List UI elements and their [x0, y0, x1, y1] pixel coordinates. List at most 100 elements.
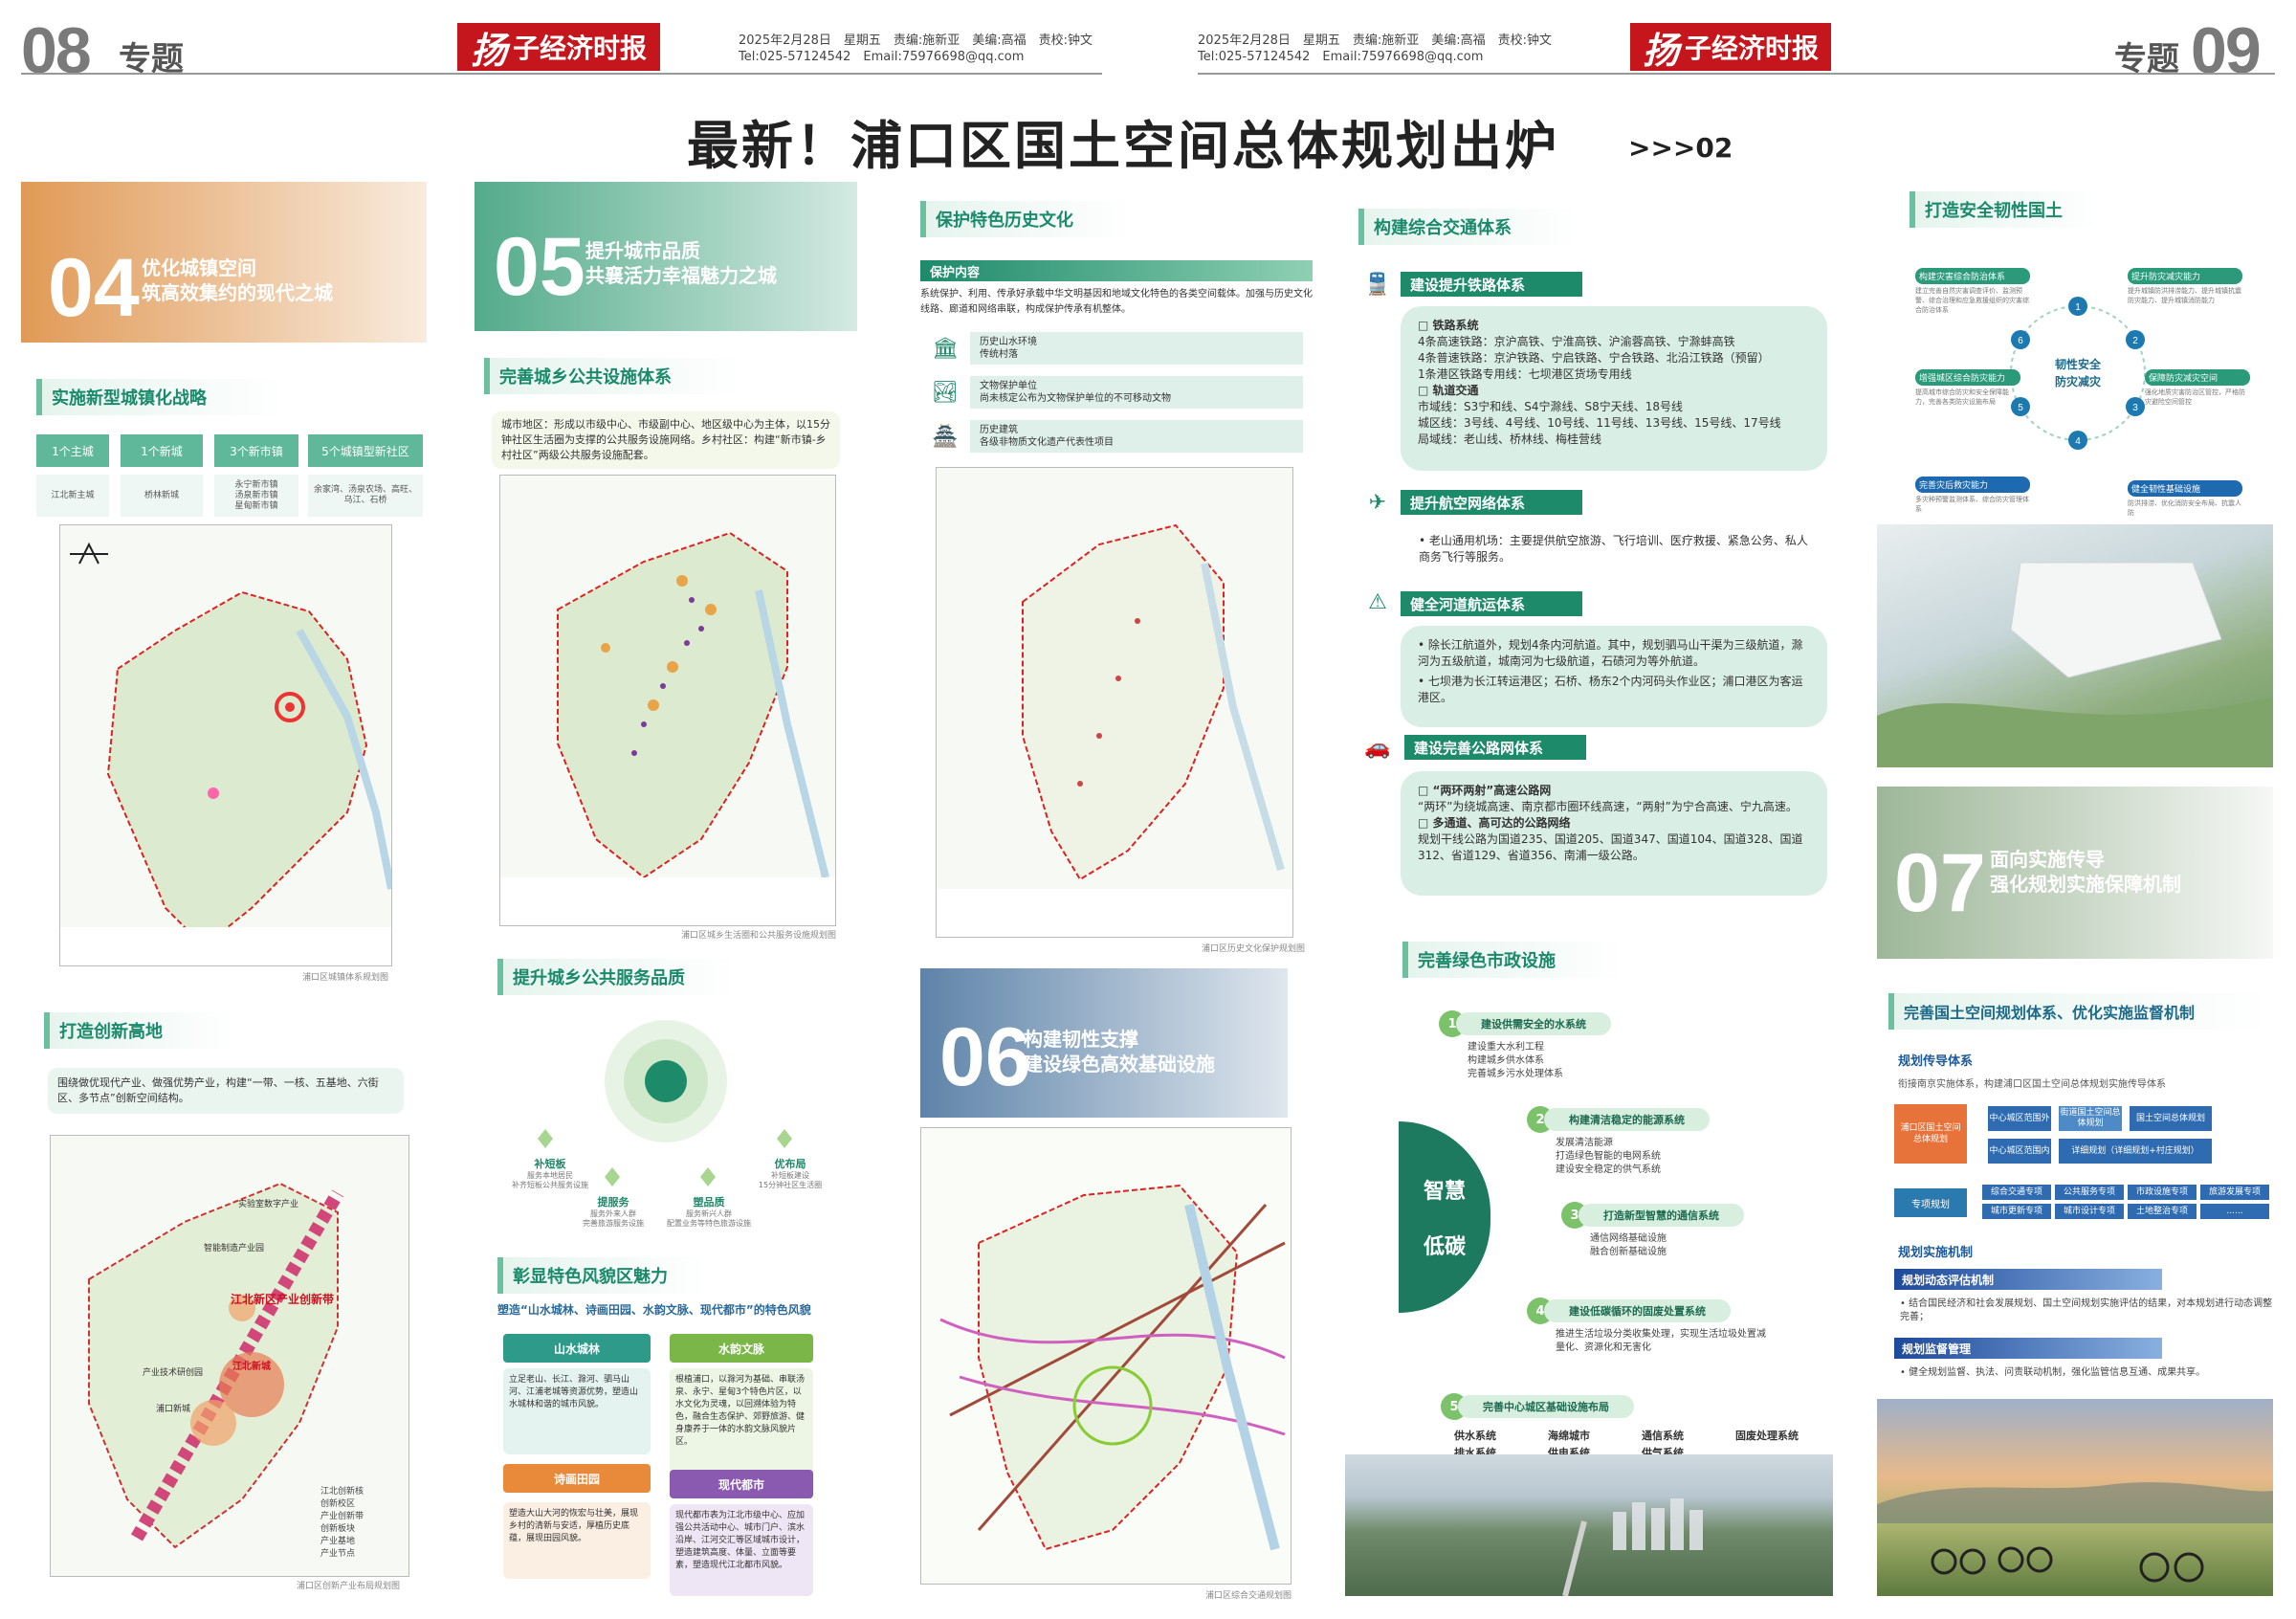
monitor-title: 完善国土空间规划体系、优化实施监督机制 [1904, 1004, 2196, 1022]
chip-new-towns: 3个新市镇 [214, 434, 298, 467]
innovation-note: 围绕做优现代产业、做强优势产业，构建“一带、一核、五基地、六街区、多节点”创新空… [48, 1068, 404, 1114]
main-city-dot [285, 702, 295, 712]
safety-card-5: 完善灾后救灾能力 多灾种预警监测体系、综合防灾管理体系 [1915, 477, 2030, 514]
charm-subtitle: 塑造“山水城林、诗画田园、水韵文脉、现代都市”的特色风貌 [497, 1303, 811, 1317]
smart-label: 智慧 [1423, 1180, 1466, 1204]
green-heading: 完善绿色市政设施 [1402, 942, 1623, 978]
implement-title: 规划实施机制 [1898, 1246, 1974, 1260]
heritage-item-t1: 历史建筑 [980, 425, 1018, 435]
rail-line-1: □ 铁路系统 [1418, 319, 1479, 332]
step-items: 发展清洁能源 打造绿色智能的电网系统 建设安全稳定的供气系统 [1556, 1137, 1710, 1177]
hex-marker-2 [605, 1167, 620, 1187]
innovation-map: 江北新区产业创新带 智能制造产业园 实验室数字产业 产业技术研创园 浦口新城 江… [50, 1135, 409, 1577]
meta-line2: Tel:025-57124542 Email:75976698@qq.com [739, 50, 1025, 64]
card-text: 强化地质灾害防治区管控，严格防灾避险空间管控 [2145, 388, 2245, 406]
section-07-banner: 07 面向实施传导 强化规划实施保障机制 [1877, 787, 2273, 959]
service-item-3: 塑品质 服务新兴人群 配置业务等特色旅游设施 [666, 1194, 752, 1229]
yangtze-river [1201, 563, 1285, 872]
innovation-map-caption: 浦口区创新产业布局规划图 [297, 1582, 401, 1591]
step-item: 发展清洁能源 [1556, 1138, 1613, 1148]
landscape-icon: 🏞 [932, 380, 959, 405]
heritage-title: 保护特色历史文化 [936, 211, 1073, 231]
step-item: 固废处理系统 [1735, 1430, 1799, 1442]
legend-block: 创新板块 [320, 1524, 356, 1534]
flow-small-1: 街道国土空间总体规划 [2059, 1106, 2122, 1131]
meta-line1: 2025年2月28日 星期五 责编:施新亚 美编:高福 责校:钟文 [739, 33, 1093, 48]
rail-bar: 建设提升铁路体系 [1401, 272, 1582, 297]
district-boundary [1022, 523, 1225, 881]
innovation-title: 打造创新高地 [59, 1022, 163, 1042]
banner-line2: 筑高效集约的现代之城 [142, 281, 333, 304]
tag-shihua: 诗画田园 [503, 1464, 651, 1493]
flow-main: 浦口区国土空间总体规划 [1894, 1104, 1967, 1164]
district-boundary [557, 531, 788, 879]
card-text: 提高城市综合防灾和安全保障能力，完善各类防灾设施布局 [1915, 388, 2009, 406]
safety-card-2: 提升防灾减灾能力 提升城镇防洪排涝能力、提升城镇抗震防灾能力、提升城镇消防能力 [2128, 268, 2242, 305]
step-label: 建设供需安全的水系统 [1456, 1012, 1611, 1035]
right-page-number: 09 [2191, 14, 2262, 87]
new-city-marker [208, 787, 219, 799]
campus-aerial-photo [1877, 524, 2273, 767]
legend-campus: 创新校区 [320, 1499, 356, 1509]
lowcarbon-label: 低碳 [1423, 1235, 1466, 1259]
flow-bottom-item: 土地整治专项 [2128, 1204, 2197, 1219]
flow-bottom-item: 综合交通专项 [1982, 1185, 2051, 1200]
heritage-item-box: 文物保护单位 尚未核定公布为文物保护单位的不可移动文物 [970, 376, 1303, 409]
road-line-1: □ “两环两射”高速公路网 [1418, 784, 1552, 797]
safety-center: 韧性安全 防灾减灾 [2040, 356, 2116, 390]
eval-bar: 规划动态评估机制 [1894, 1269, 2162, 1290]
smart-lowcarbon-badge: 智慧 低碳 [1399, 1121, 1490, 1313]
map-svg [60, 542, 391, 965]
flow-bottom-item: 城市设计专项 [2055, 1204, 2124, 1219]
flow-bottom-grid: 综合交通专项 公共服务专项 市政设施专项 旅游发展专项 城市更新专项 城市设计专… [1982, 1185, 2269, 1219]
step-item: 建设安全稳定的供气系统 [1556, 1164, 1661, 1175]
tag-dushi: 现代都市 [670, 1470, 813, 1498]
legend-belt: 产业创新带 [320, 1512, 364, 1521]
air-box: • 老山通用机场：主要提供航空旅游、飞行培训、医疗救援、紧急公务、私人商务飞行等… [1401, 521, 1827, 574]
monitor-heading: 完善国土空间规划体系、优化实施监督机制 [1888, 993, 2271, 1030]
service-item-desc: 服务本地居民 补齐短板公共服务设施 [512, 1171, 588, 1189]
center-label-2: 防灾减灾 [2054, 375, 2101, 388]
service-heading: 提升城乡公共服务品质 [497, 959, 737, 995]
yangtze-river [755, 589, 829, 878]
heritage-bar: 保护内容 [920, 260, 1313, 281]
tag-shuiyun: 水韵文脉 [670, 1334, 813, 1363]
service-title: 提升城乡公共服务品质 [513, 968, 685, 988]
card-title: 构建灾害综合防治体系 [1915, 268, 2030, 284]
heritage-note: 系统保护、利用、传承好承载中华文明基因和地域文化特色的各类空间载体。加强与历史文… [920, 289, 1313, 315]
service-item-4: 优布局 补短板建设 15分钟社区生活圈 [742, 1156, 838, 1190]
step-items: 推进生活垃圾分类收集处理，实现生活垃圾处置减量化、资源化和无害化 [1556, 1328, 1766, 1355]
svg-text:2: 2 [2132, 336, 2138, 346]
service-item-desc: 服务新兴人群 配置业务等特色旅游设施 [667, 1209, 751, 1228]
water-text-2: • 七坝港为长江转运港区；石桥、杨东2个内河码头作业区；浦口港区为客运港区。 [1418, 675, 1803, 704]
card-title: 保障防灾减灾空间 [2145, 369, 2250, 386]
step-item: 通信网络基础设施 [1590, 1233, 1667, 1244]
banner-line1: 面向实施传导 [1990, 848, 2105, 871]
hex-marker-1 [538, 1129, 553, 1148]
town-system-map [59, 524, 392, 966]
service-item-name: 优布局 [774, 1158, 806, 1170]
card-title: 健全韧性基础设施 [2128, 480, 2242, 497]
safety-title: 打造安全韧性国土 [1925, 201, 2063, 221]
banner-line1: 优化城镇空间 [142, 256, 256, 279]
banner-number: 05 [494, 221, 585, 313]
section-06-banner: 06 构建韧性支撑 建设绿色高效基础设施 [920, 968, 1288, 1118]
flow-special: 专项规划 [1894, 1188, 1967, 1217]
map-label-research: 产业技术研创园 [143, 1368, 204, 1378]
service-item-desc: 补短板建设 15分钟社区生活圈 [758, 1171, 823, 1189]
photo-svg [1877, 1482, 2273, 1583]
chip-detail-new-communities: 余家湾、汤泉农场、高旺、 乌江、石桥 [308, 475, 423, 517]
strategy-title: 实施新型城镇化战略 [52, 388, 207, 409]
flow-inside: 中心城区范围内 [1988, 1139, 2051, 1164]
cyclist-icons [1931, 1546, 2204, 1583]
svg-text:4: 4 [2075, 436, 2081, 447]
flow-right-1: 国土空间总体规划 [2130, 1106, 2212, 1131]
logo-mark: 扬 [470, 28, 507, 72]
left-header-rule [21, 73, 1102, 75]
heritage-map [936, 467, 1293, 938]
step-items: 建设重大水利工程 构建城乡供水体系 完善城乡污水处理体系 [1468, 1041, 1611, 1081]
safety-diagram: 123456 韧性安全 防灾减灾 构建灾害综合防治体系 建立完善自然灾害调查评价、监… [1877, 258, 2279, 545]
building-silhouettes [1613, 1498, 1703, 1550]
service-item-name: 提服务 [597, 1196, 629, 1209]
banner-line1: 构建韧性支撑 [1024, 1028, 1138, 1051]
